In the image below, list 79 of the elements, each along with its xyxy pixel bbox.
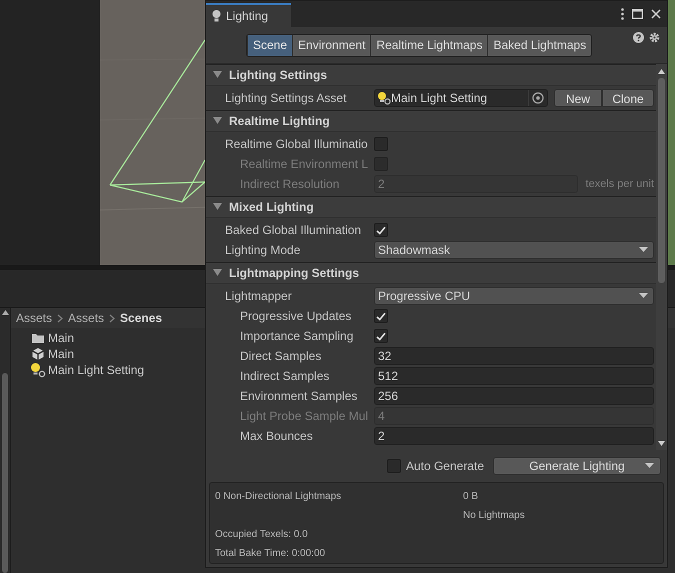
close-icon[interactable] [651, 8, 661, 19]
section-header[interactable]: Lighting Settings [206, 64, 656, 86]
lightbulb-icon [212, 10, 221, 22]
checkbox-label: Auto Generate [406, 458, 484, 476]
checkbox[interactable] [374, 223, 388, 238]
stat-text: 0 B [463, 491, 478, 502]
checkbox[interactable] [386, 459, 401, 474]
cube-icon [31, 347, 45, 361]
stat-text: 0 Non-Directional Lightmaps [215, 491, 342, 502]
scroll-up-icon[interactable] [2, 310, 8, 315]
object-field[interactable]: Main Light Setting [374, 89, 548, 108]
stat-text: Occupied Texels: 0.0 [215, 529, 308, 540]
number-field[interactable]: 256 [374, 387, 654, 406]
collapse-arrow-icon[interactable] [213, 71, 222, 80]
tab[interactable]: Baked Lightmaps [487, 34, 592, 56]
asset-item[interactable]: Main [48, 329, 74, 347]
section-header[interactable]: Lightmapping Settings [206, 262, 656, 284]
field-label: Direct Samples [240, 348, 322, 366]
field-label: Environment Samples [240, 388, 358, 406]
field-label: Importance Sampling [240, 328, 354, 346]
field-label: Lighting Mode [225, 242, 302, 260]
checkbox[interactable] [374, 137, 388, 152]
field-label: Light Probe Sample Mul [240, 408, 370, 426]
number-field[interactable]: 512 [374, 367, 654, 386]
asset-item[interactable]: Main Light Setting [48, 361, 144, 379]
field-label: Lighting Settings Asset [225, 90, 348, 108]
unit-label: texels per unit [586, 177, 654, 192]
tab[interactable]: Environment [292, 34, 370, 56]
checkbox[interactable] [374, 329, 388, 344]
breadcrumb-link[interactable]: Assets [16, 309, 52, 327]
dropdown[interactable]: Shadowmask [374, 241, 654, 260]
chevron-right-icon [109, 314, 116, 322]
field-label: Realtime Global Illuminatio [225, 136, 369, 154]
caret-icon [639, 293, 648, 300]
folder-icon [31, 332, 45, 344]
scrollbar-thumb[interactable] [658, 78, 665, 284]
window-title: Lighting [226, 8, 268, 25]
help-icon[interactable] [633, 32, 644, 43]
collapse-arrow-icon[interactable] [213, 203, 222, 212]
tab[interactable]: Realtime Lightmaps [370, 34, 488, 56]
section-header[interactable]: Mixed Lighting [206, 196, 656, 218]
stat-text: No Lightmaps [463, 510, 525, 522]
checkbox[interactable] [374, 309, 388, 324]
maximize-icon[interactable] [632, 8, 643, 19]
breadcrumb-link[interactable]: Assets [68, 309, 104, 327]
field-label: Indirect Samples [240, 368, 330, 386]
asset-item[interactable]: Main [48, 345, 74, 363]
field-label: Progressive Updates [240, 308, 352, 326]
caret-icon [645, 463, 654, 470]
scroll-up-icon[interactable] [658, 69, 665, 74]
caret-icon [639, 247, 648, 254]
checkmark-icon [376, 332, 386, 341]
field-label: Realtime Environment L [240, 156, 370, 174]
number-field[interactable]: 2 [374, 427, 654, 446]
scrollbar-thumb[interactable] [2, 373, 8, 573]
stat-text: Total Bake Time: 0:00:00 [215, 548, 326, 560]
chevron-right-icon [57, 314, 64, 322]
checkmark-icon [376, 312, 386, 321]
field-label: Lightmapper [225, 288, 293, 306]
generate-lighting-button[interactable]: Generate Lighting [493, 457, 661, 476]
dropdown[interactable]: Progressive CPU [374, 287, 654, 306]
field-label: Indirect Resolution [240, 176, 340, 194]
section-header[interactable]: Realtime Lighting [206, 110, 656, 132]
scroll-down-icon[interactable] [658, 441, 665, 446]
checkmark-icon [376, 226, 386, 235]
toolbar-button[interactable]: Clone [602, 89, 654, 108]
breadcrumb-link[interactable]: Scenes [120, 309, 162, 327]
collapse-arrow-icon[interactable] [213, 269, 222, 278]
toolbar-button[interactable]: New [554, 89, 602, 108]
settings-icon[interactable] [649, 32, 660, 43]
tab[interactable]: Scene [247, 34, 292, 56]
field-label: Max Bounces [240, 428, 314, 446]
lightbulb-gear-icon [377, 91, 391, 106]
kebab-menu-icon[interactable] [621, 8, 624, 20]
number-field[interactable]: 32 [374, 347, 654, 366]
window-tab[interactable]: Lighting [206, 2, 291, 27]
field-label: Baked Global Illumination [225, 222, 362, 240]
collapse-arrow-icon[interactable] [213, 117, 222, 126]
lightbulb-gear-icon [30, 362, 46, 378]
